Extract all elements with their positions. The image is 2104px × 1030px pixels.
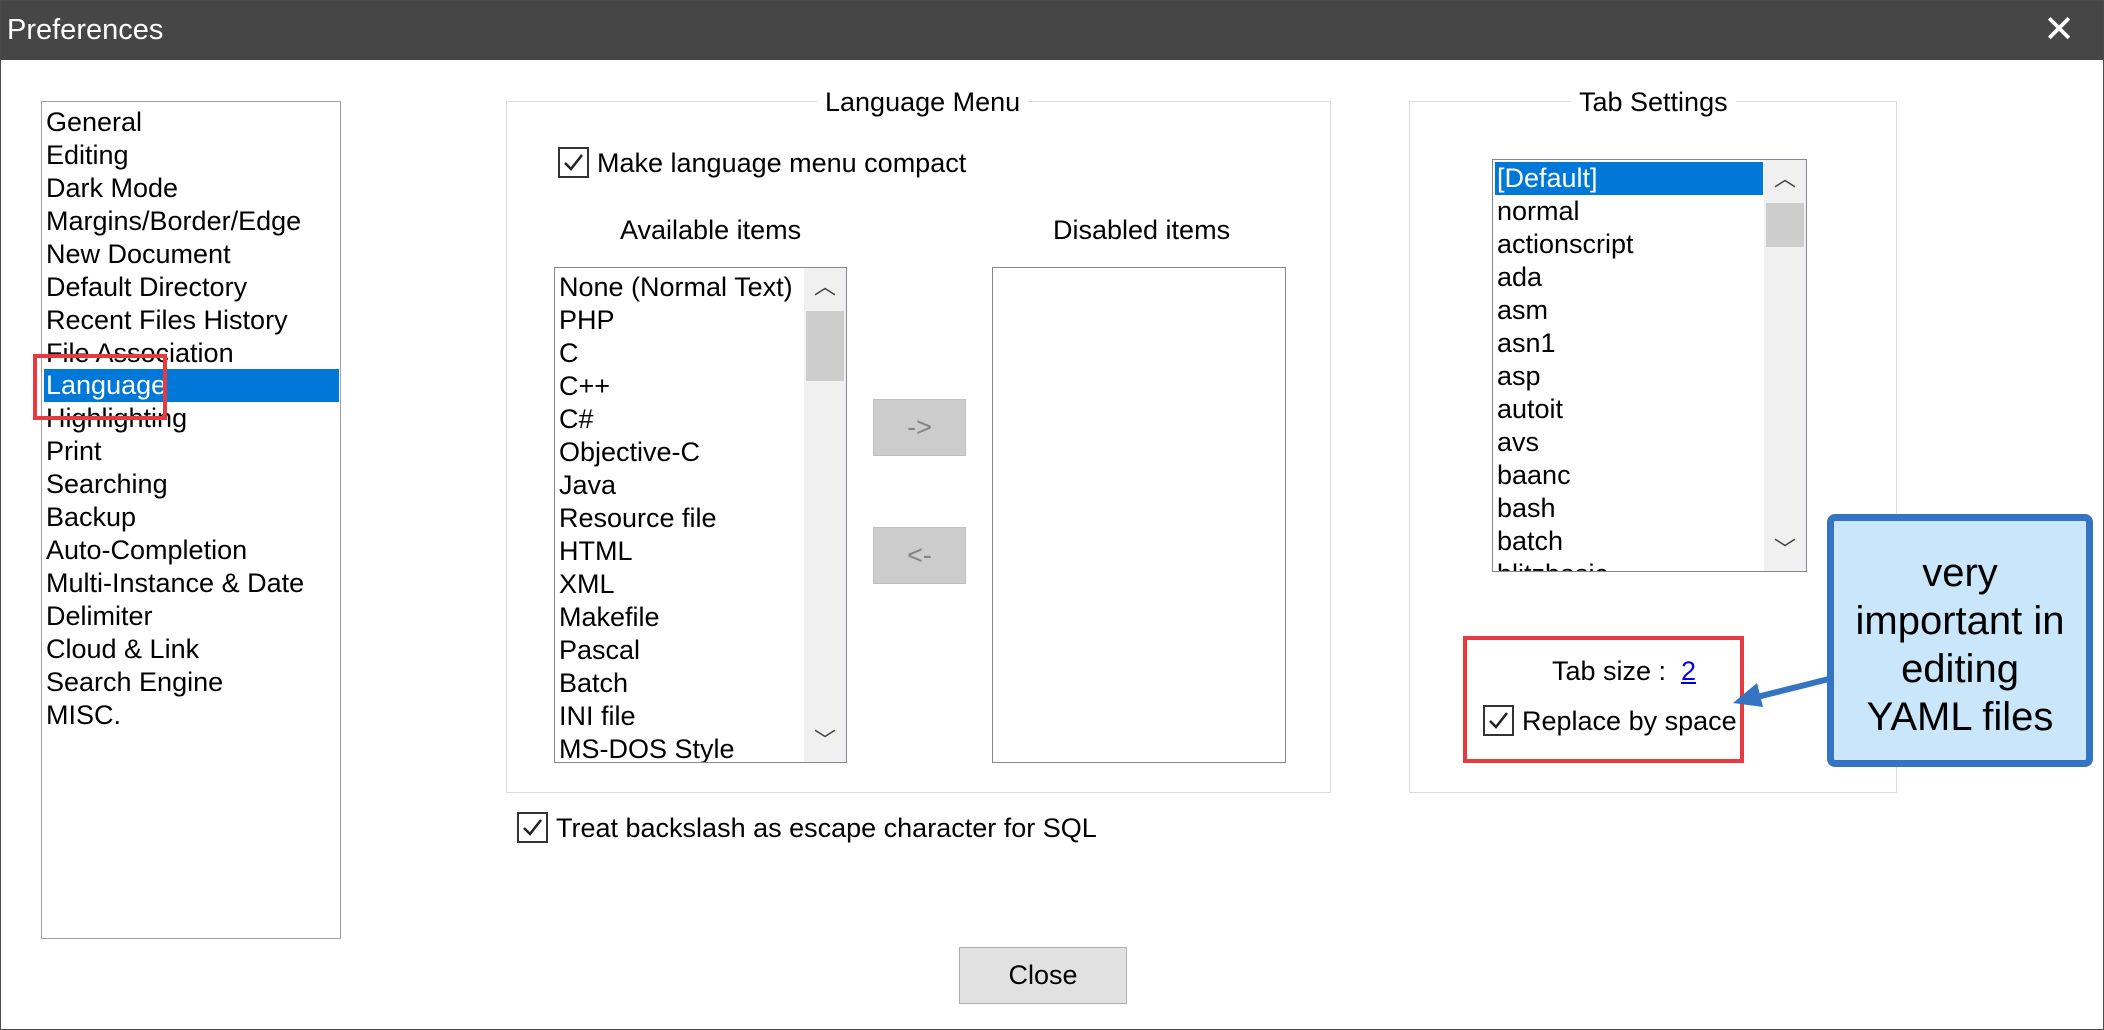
callout-line: very [1922, 551, 1998, 595]
callout-line: YAML files [1866, 695, 2054, 739]
list-item[interactable]: asn1 [1495, 327, 1556, 360]
list-item[interactable]: actionscript [1495, 228, 1634, 261]
list-item[interactable]: bash [1495, 492, 1556, 525]
list-item[interactable]: None (Normal Text) [557, 271, 793, 304]
list-item[interactable]: Makefile [557, 601, 660, 634]
disabled-items-list[interactable] [992, 267, 1286, 763]
sql-backslash-checkbox[interactable] [517, 812, 548, 843]
preferences-window: Preferences ✕ General Editing Dark Mode … [0, 0, 2104, 1030]
sidebar-item-margins[interactable]: Margins/Border/Edge [44, 205, 339, 238]
scroll-down-icon[interactable]: ﹀ [1764, 531, 1806, 571]
list-item[interactable]: C [557, 337, 579, 370]
checkmark-icon [523, 819, 542, 836]
scrollbar-thumb[interactable] [1766, 203, 1804, 247]
available-items-header: Available items [620, 215, 802, 245]
list-item[interactable]: MS-DOS Style [557, 733, 735, 762]
list-item[interactable]: INI file [557, 700, 636, 733]
sidebar-item-cloud-link[interactable]: Cloud & Link [44, 633, 339, 666]
checkmark-icon [1489, 712, 1508, 729]
window-title: Preferences [7, 14, 164, 46]
list-item[interactable]: PHP [557, 304, 615, 337]
callout-arrow-icon [1733, 674, 1838, 707]
annotation-callout: very important in editing YAML files [1827, 514, 2093, 767]
move-right-button[interactable]: -> [873, 399, 966, 456]
close-button[interactable]: Close [959, 947, 1127, 1004]
available-items-scrollbar[interactable]: ︿ ﹀ [804, 268, 846, 762]
sidebar-item-default-directory[interactable]: Default Directory [44, 271, 339, 304]
disabled-items-header: Disabled items [1053, 215, 1231, 245]
list-item[interactable]: Java [557, 469, 616, 502]
list-item[interactable]: C++ [557, 370, 610, 403]
callout-line: editing [1901, 647, 2019, 691]
list-item[interactable]: autoit [1495, 393, 1563, 426]
list-item[interactable]: HTML [557, 535, 633, 568]
tab-language-list[interactable]: [Default] normal actionscript ada asm as… [1492, 159, 1807, 572]
list-item[interactable]: baanc [1495, 459, 1571, 492]
category-list[interactable]: General Editing Dark Mode Margins/Border… [41, 101, 341, 939]
move-left-button[interactable]: <- [873, 527, 966, 584]
language-menu-title: Language Menu [817, 85, 1029, 119]
sidebar-item-backup[interactable]: Backup [44, 501, 339, 534]
sidebar-item-recent-files[interactable]: Recent Files History [44, 304, 339, 337]
scroll-down-icon[interactable]: ﹀ [804, 722, 846, 762]
list-item[interactable]: normal [1495, 195, 1580, 228]
tab-size-label: Tab size : [1552, 656, 1667, 686]
replace-by-space-label: Replace by space [1522, 706, 1737, 736]
list-item[interactable]: ada [1495, 261, 1542, 294]
replace-by-space-checkbox[interactable] [1483, 705, 1514, 736]
compact-menu-checkbox[interactable] [558, 147, 589, 178]
list-item[interactable]: [Default] [1495, 162, 1763, 195]
sidebar-item-editing[interactable]: Editing [44, 139, 339, 172]
sidebar-item-new-document[interactable]: New Document [44, 238, 339, 271]
sidebar-item-search-engine[interactable]: Search Engine [44, 666, 339, 699]
scroll-up-icon[interactable]: ︿ [1764, 160, 1806, 200]
sidebar-item-dark-mode[interactable]: Dark Mode [44, 172, 339, 205]
sql-backslash-label: Treat backslash as escape character for … [556, 813, 1097, 843]
compact-menu-label: Make language menu compact [597, 148, 967, 178]
sidebar-item-auto-completion[interactable]: Auto-Completion [44, 534, 339, 567]
tab-size-value-link[interactable]: 2 [1681, 654, 1696, 688]
list-item[interactable]: XML [557, 568, 615, 601]
sidebar-item-misc[interactable]: MISC. [44, 699, 339, 732]
list-item[interactable]: Pascal [557, 634, 640, 667]
sidebar-item-delimiter[interactable]: Delimiter [44, 600, 339, 633]
tab-language-scrollbar[interactable]: ︿ ﹀ [1764, 160, 1806, 571]
scrollbar-thumb[interactable] [806, 311, 844, 381]
sidebar-item-searching[interactable]: Searching [44, 468, 339, 501]
sidebar-item-multi-instance[interactable]: Multi-Instance & Date [44, 567, 339, 600]
list-item[interactable]: Resource file [557, 502, 717, 535]
sidebar-item-print[interactable]: Print [44, 435, 339, 468]
close-icon[interactable]: ✕ [2043, 9, 2075, 49]
tab-settings-title: Tab Settings [1571, 85, 1736, 119]
callout-line: important in [1855, 599, 2065, 643]
language-highlight-box [33, 354, 167, 420]
list-item[interactable]: Batch [557, 667, 628, 700]
checkmark-icon [564, 154, 583, 171]
list-item[interactable]: blitzbasic [1495, 558, 1608, 571]
sidebar-item-general[interactable]: General [44, 106, 339, 139]
list-item[interactable]: Objective-C [557, 436, 700, 469]
available-items-list[interactable]: None (Normal Text) PHP C C++ C# Objectiv… [554, 267, 847, 763]
list-item[interactable]: C# [557, 403, 594, 436]
title-bar: Preferences ✕ [1, 1, 2103, 60]
list-item[interactable]: batch [1495, 525, 1563, 558]
scroll-up-icon[interactable]: ︿ [804, 268, 846, 308]
list-item[interactable]: asp [1495, 360, 1541, 393]
list-item[interactable]: avs [1495, 426, 1539, 459]
list-item[interactable]: asm [1495, 294, 1548, 327]
